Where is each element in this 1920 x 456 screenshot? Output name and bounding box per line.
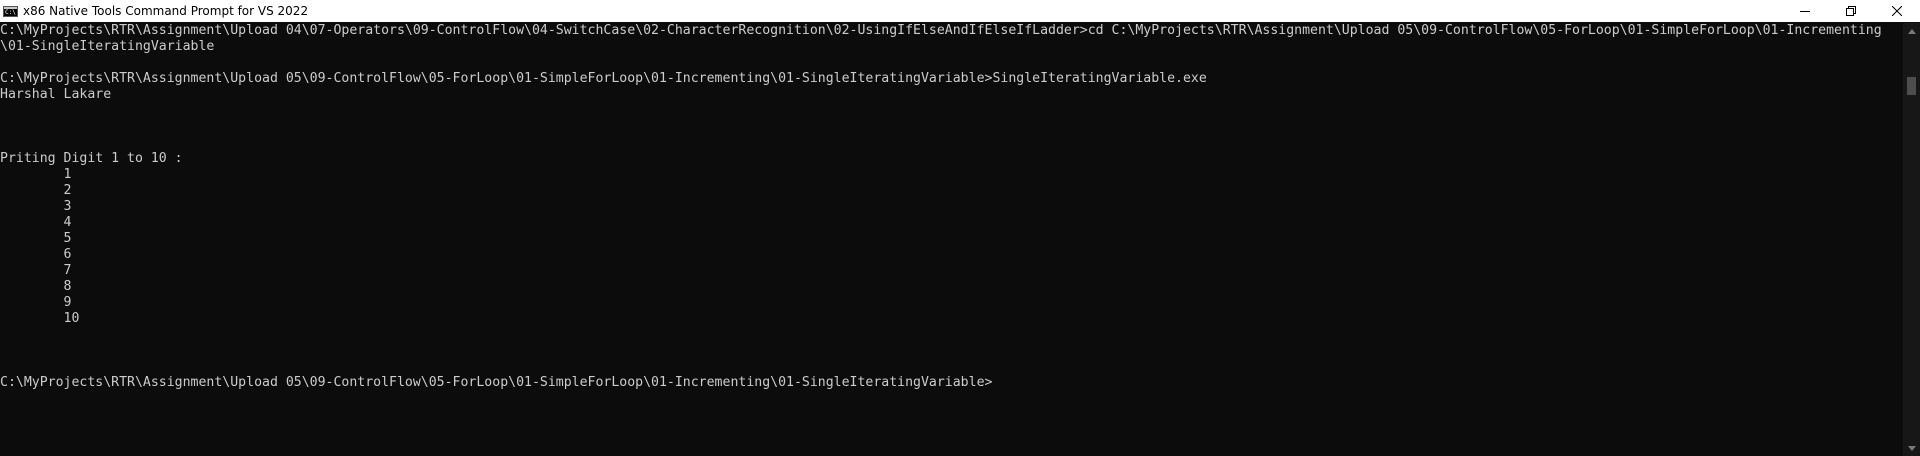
console-line: 7 bbox=[0, 263, 72, 278]
minimize-button[interactable] bbox=[1782, 0, 1828, 22]
chevron-down-icon bbox=[1907, 445, 1916, 451]
console-line: C:\MyProjects\RTR\Assignment\Upload 04\0… bbox=[0, 23, 1882, 38]
console-app-icon[interactable]: C:\ bbox=[3, 5, 18, 17]
console-line: 2 bbox=[0, 183, 72, 198]
console-line: 3 bbox=[0, 199, 72, 214]
close-button[interactable] bbox=[1874, 0, 1920, 22]
icon-glyph: C:\ bbox=[5, 8, 16, 16]
console-line: 4 bbox=[0, 215, 72, 230]
console-line: 8 bbox=[0, 279, 72, 294]
console-line: Priting Digit 1 to 10 : bbox=[0, 151, 183, 166]
close-icon bbox=[1892, 6, 1902, 16]
console-line: 9 bbox=[0, 295, 72, 310]
console-line: 10 bbox=[0, 311, 80, 326]
console-line: C:\MyProjects\RTR\Assignment\Upload 05\0… bbox=[0, 375, 993, 390]
console-line: Harshal Lakare bbox=[0, 87, 112, 102]
chevron-up-icon bbox=[1907, 28, 1916, 34]
console-line: 6 bbox=[0, 247, 72, 262]
console-line: C:\MyProjects\RTR\Assignment\Upload 05\0… bbox=[0, 71, 1207, 86]
minimize-icon bbox=[1800, 11, 1810, 12]
console-line: 5 bbox=[0, 231, 72, 246]
console-line: \01-SingleIteratingVariable bbox=[0, 39, 215, 54]
window-controls bbox=[1782, 0, 1920, 22]
scroll-thumb[interactable] bbox=[1907, 77, 1916, 95]
vertical-scrollbar[interactable] bbox=[1903, 23, 1920, 456]
command-prompt-window: C:\ x86 Native Tools Command Prompt for … bbox=[0, 0, 1920, 456]
title-bar[interactable]: C:\ x86 Native Tools Command Prompt for … bbox=[0, 0, 1920, 22]
restore-button[interactable] bbox=[1828, 0, 1874, 22]
console-output[interactable]: C:\MyProjects\RTR\Assignment\Upload 04\0… bbox=[0, 23, 1900, 456]
scroll-down-arrow[interactable] bbox=[1903, 440, 1920, 456]
window-title: x86 Native Tools Command Prompt for VS 2… bbox=[23, 4, 309, 18]
restore-icon bbox=[1846, 6, 1856, 16]
console-line: 1 bbox=[0, 167, 72, 182]
scroll-up-arrow[interactable] bbox=[1903, 23, 1920, 39]
